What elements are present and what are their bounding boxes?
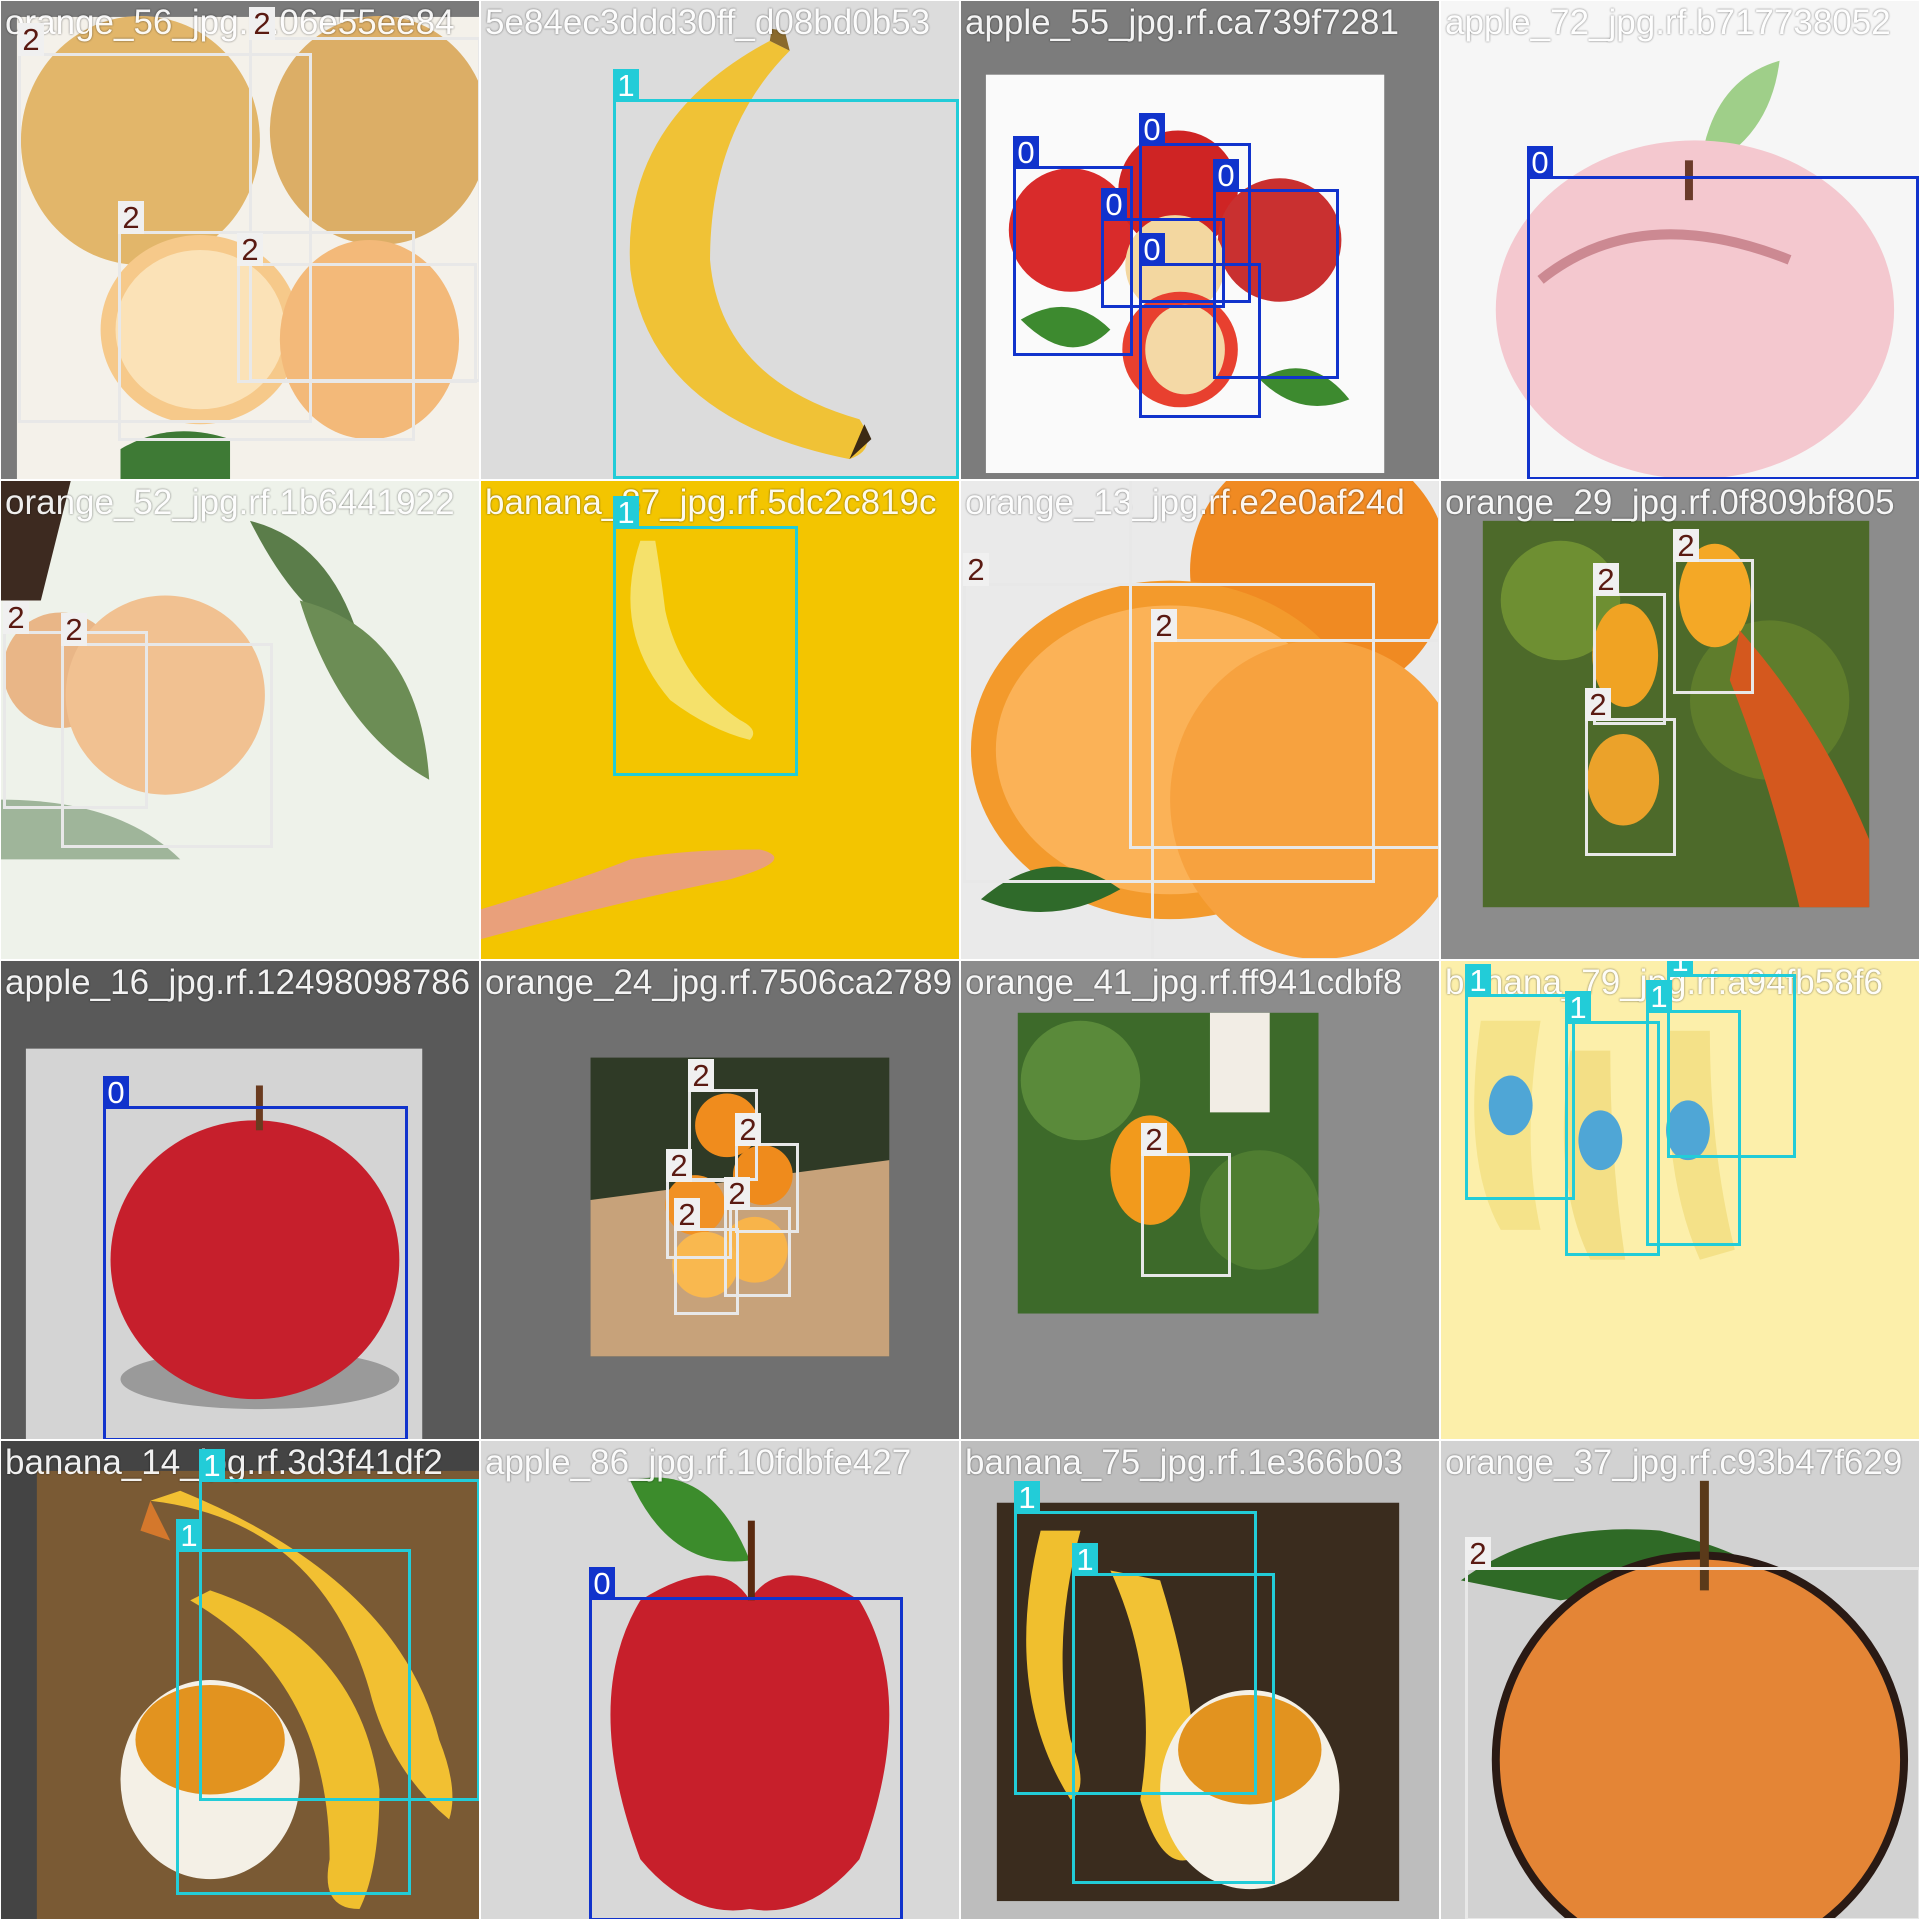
bbox: 2 (1465, 1537, 1919, 1919)
bbox-label: 2 (688, 1059, 714, 1092)
bbox-label: 2 (963, 553, 989, 586)
bbox-label: 2 (1673, 529, 1699, 562)
bbox-label: 2 (666, 1149, 692, 1182)
tile-title: orange_24_jpg.rf.7506ca2789 (485, 963, 953, 1002)
bbox-label: 0 (589, 1567, 615, 1600)
bbox: 1 (613, 69, 959, 479)
tile-title: orange_41_jpg.rf.ff941cdbf8 (965, 963, 1403, 1002)
bbox-label: 2 (1593, 563, 1619, 596)
tile-3: apple_55_jpg.rf.ca739f7281 0 0 0 0 0 (960, 0, 1440, 480)
bbox-label: 2 (118, 201, 144, 234)
bbox: 2 (674, 1198, 739, 1315)
bbox-label: 2 (61, 613, 87, 646)
bbox-label: 2 (249, 7, 275, 40)
bbox: 0 (1527, 146, 1919, 479)
bbox-label: 0 (1139, 233, 1165, 266)
bbox-label: 0 (103, 1076, 129, 1109)
bbox-label: 1 (613, 69, 639, 102)
tile-1: orange_56_jpg.rf.06e55ee84 2 2 2 2 (0, 0, 480, 480)
tile-5: orange_52_jpg.rf.1b6441922 2 2 (0, 480, 480, 960)
tile-title: banana_87_jpg.rf.5dc2c819c (485, 483, 937, 522)
bbox: 1 (1072, 1543, 1275, 1884)
bbox-label: 1 (176, 1519, 202, 1552)
bbox-label: 0 (1013, 136, 1039, 169)
bbox-label: 1 (1072, 1543, 1098, 1576)
bbox: 1 (1646, 980, 1741, 1246)
bbox: 2 (1585, 688, 1676, 856)
tile-title: orange_29_jpg.rf.0f809bf805 (1445, 483, 1895, 522)
bbox-label: 1 (1014, 1481, 1040, 1514)
bbox: 1 (1465, 964, 1575, 1200)
tile-9: apple_16_jpg.rf.12498098786 0 (0, 960, 480, 1440)
bbox-label: 2 (237, 233, 263, 266)
bbox: 2 (1673, 529, 1754, 694)
bbox-label: 0 (1101, 188, 1127, 221)
tile-8: orange_29_jpg.rf.0f809bf805 2 2 2 (1440, 480, 1920, 960)
bbox-label: 2 (1141, 1123, 1167, 1156)
tile-title: 5e84ec3ddd30ff_d08bd0b53 (485, 3, 931, 42)
bbox: 1 (613, 496, 798, 776)
bbox: 2 (1151, 609, 1439, 959)
tile-title: apple_55_jpg.rf.ca739f7281 (965, 3, 1399, 42)
bbox-label: 2 (18, 23, 44, 56)
bbox-label: 2 (1151, 609, 1177, 642)
tile-4: apple_72_jpg.rf.b717738052 0 (1440, 0, 1920, 480)
tile-13: banana_14_jpg.rf.3d3f41df2 1 1 (0, 1440, 480, 1920)
bbox: 1 (176, 1519, 411, 1895)
tile-title: apple_86_jpg.rf.10fdbfe427 (485, 1443, 912, 1482)
tile-14: apple_86_jpg.rf.10fdbfe427 0 (480, 1440, 960, 1920)
bbox: 0 (589, 1567, 903, 1919)
tile-16: orange_37_jpg.rf.c93b47f629 2 (1440, 1440, 1920, 1920)
bbox-label: 2 (735, 1113, 761, 1146)
bbox: 2 (237, 233, 477, 383)
bbox-label: 1 (1465, 964, 1491, 997)
tile-6: banana_87_jpg.rf.5dc2c819c 1 (480, 480, 960, 960)
tile-title: apple_16_jpg.rf.12498098786 (5, 963, 471, 1002)
tile-10: orange_24_jpg.rf.7506ca2789 2 2 2 2 2 (480, 960, 960, 1440)
bbox-label: 1 (613, 496, 639, 529)
bbox-label: 0 (1139, 113, 1165, 146)
bbox-label: 1 (1565, 991, 1591, 1024)
bbox-label: 2 (674, 1198, 700, 1231)
tile-title: orange_37_jpg.rf.c93b47f629 (1445, 1443, 1903, 1482)
tile-title: orange_52_jpg.rf.1b6441922 (5, 483, 455, 522)
bbox: 0 (103, 1076, 408, 1439)
bbox-label: 2 (3, 601, 29, 634)
bbox-label: 2 (1585, 688, 1611, 721)
detection-mosaic: orange_56_jpg.rf.06e55ee84 2 2 2 2 5e84e… (0, 0, 1920, 1920)
bbox-label: 2 (724, 1177, 750, 1210)
bbox-label: 1 (1667, 961, 1693, 977)
bbox: 2 (61, 613, 273, 848)
bbox-label: 1 (199, 1449, 225, 1482)
tile-title: apple_72_jpg.rf.b717738052 (1445, 3, 1891, 42)
bbox-label: 0 (1213, 159, 1239, 192)
tile-title: banana_75_jpg.rf.1e366b03 (965, 1443, 1403, 1482)
tile-12: banana_79_jpg.rf.a94fb58f6 1 1 1 1 (1440, 960, 1920, 1440)
tile-15: banana_75_jpg.rf.1e366b03 1 1 (960, 1440, 1440, 1920)
bbox: 2 (1141, 1123, 1231, 1277)
tile-11: orange_41_jpg.rf.ff941cdbf8 2 (960, 960, 1440, 1440)
tile-7: orange_13_jpg.rf.e2e0af24d 2 2 2 (960, 480, 1440, 960)
bbox: 0 (1139, 233, 1261, 418)
bbox-label: 0 (1527, 146, 1553, 179)
tile-2: 5e84ec3ddd30ff_d08bd0b53 1 (480, 0, 960, 480)
bbox-label: 2 (1465, 1537, 1491, 1570)
bbox-label: 1 (1646, 980, 1672, 1013)
